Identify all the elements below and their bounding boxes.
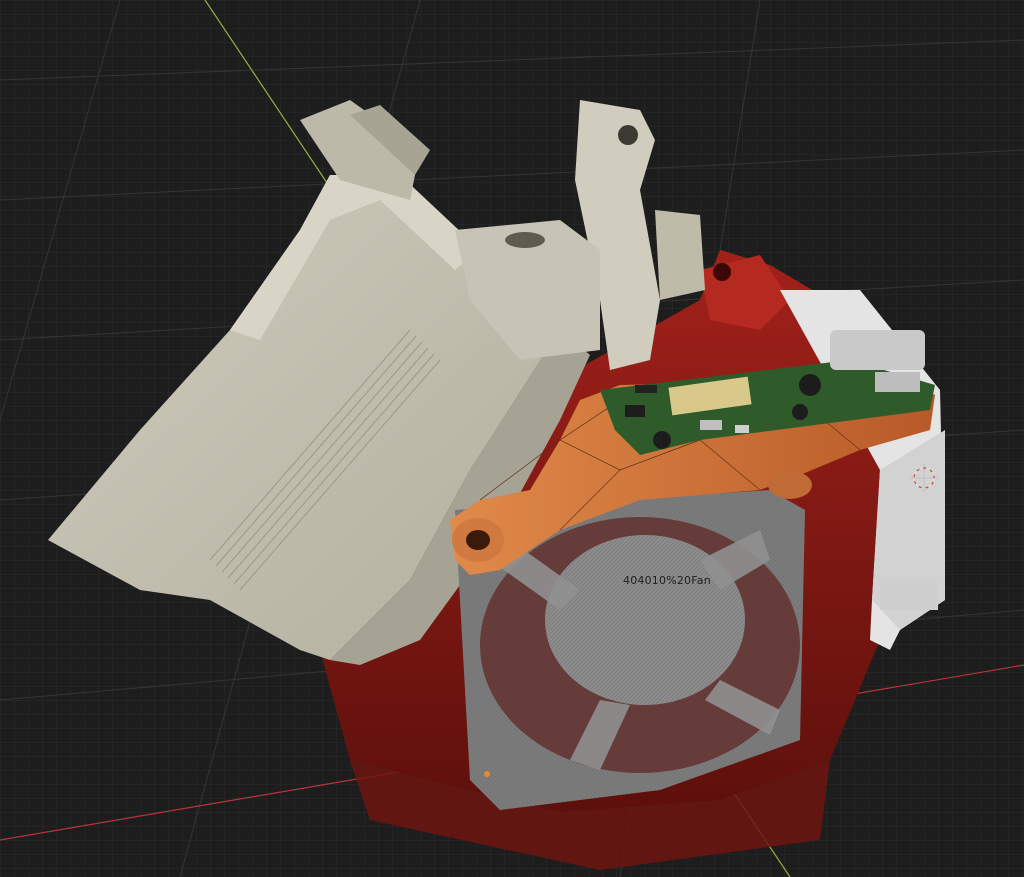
scene-canvas[interactable] bbox=[0, 0, 1024, 877]
object-origin-icon bbox=[484, 771, 490, 777]
3d-viewport[interactable]: 404010%20Fan bbox=[0, 0, 1024, 877]
